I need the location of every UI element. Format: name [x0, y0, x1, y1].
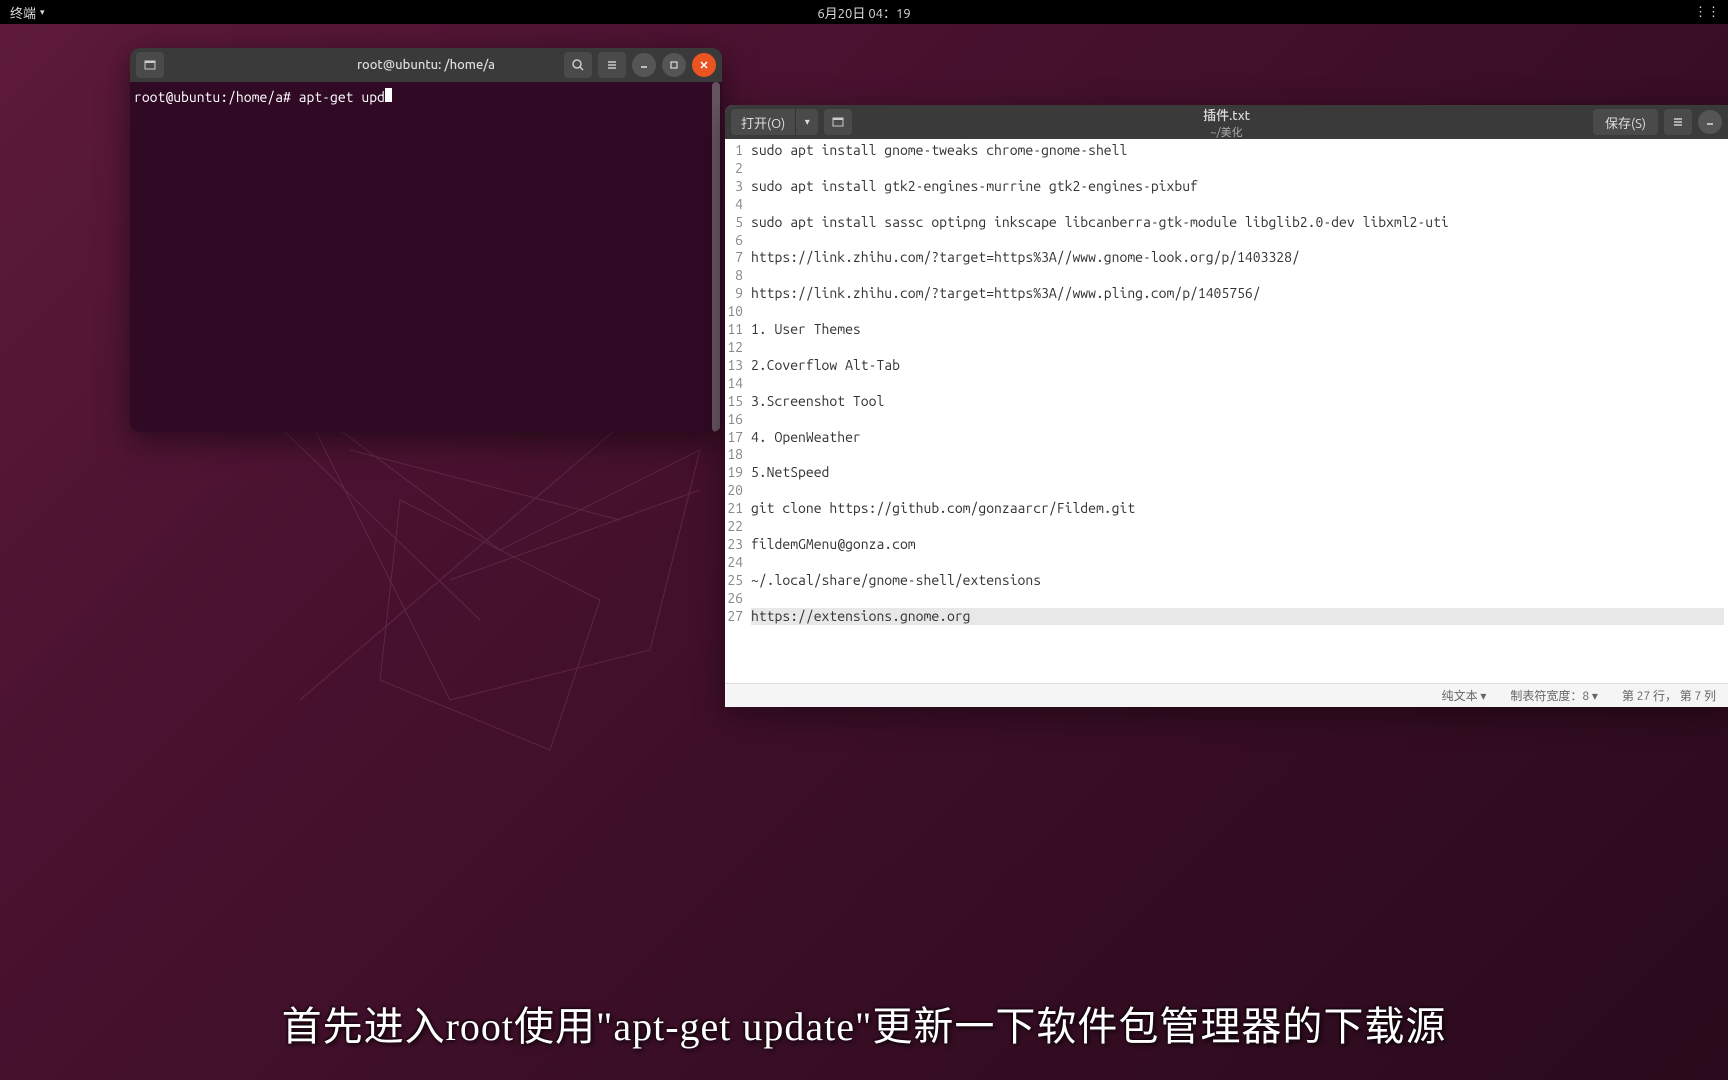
save-button[interactable]: 保存(S)	[1593, 109, 1658, 135]
editor-filename: 插件.txt	[1203, 105, 1250, 124]
editor-line[interactable]: 3.Screenshot Tool	[751, 393, 1724, 411]
editor-content[interactable]: sudo apt install gnome-tweaks chrome-gno…	[745, 139, 1728, 683]
chevron-down-icon: ▾	[40, 7, 45, 18]
editor-line[interactable]: git clone https://github.com/gonzaarcr/F…	[751, 500, 1724, 518]
hamburger-icon	[605, 58, 619, 72]
editor-line[interactable]	[751, 375, 1724, 393]
editor-line[interactable]: 1. User Themes	[751, 321, 1724, 339]
editor-line[interactable]	[751, 590, 1724, 608]
editor-line[interactable]: 5.NetSpeed	[751, 464, 1724, 482]
editor-title: 插件.txt ~/美化	[1203, 105, 1250, 140]
terminal-cursor	[385, 88, 392, 102]
open-dropdown-button[interactable]: ▾	[796, 109, 818, 135]
terminal-titlebar[interactable]: root@ubuntu: /home/a	[130, 48, 722, 82]
open-button[interactable]: 打开(O)	[731, 109, 796, 135]
search-button[interactable]	[564, 52, 592, 78]
new-tab-icon	[831, 115, 845, 129]
terminal-command: apt-get upd	[299, 88, 385, 426]
text-editor-window: 打开(O) ▾ 插件.txt ~/美化 保存(S) 12345678910111…	[725, 105, 1728, 707]
topbar-app-indicator[interactable]: 终端 ▾	[0, 3, 55, 22]
editor-filepath: ~/美化	[1203, 124, 1250, 140]
editor-body[interactable]: 1234567891011121314151617181920212223242…	[725, 139, 1728, 683]
terminal-scrollbar[interactable]	[712, 82, 720, 432]
topbar-datetime[interactable]: 6月20日 04：19	[817, 3, 910, 22]
minimize-button[interactable]	[632, 53, 656, 77]
minimize-icon	[1704, 116, 1716, 128]
editor-line[interactable]: 4. OpenWeather	[751, 429, 1724, 447]
editor-line[interactable]	[751, 554, 1724, 572]
new-tab-icon	[143, 58, 157, 72]
editor-line[interactable]	[751, 482, 1724, 500]
terminal-title: root@ubuntu: /home/a	[357, 58, 495, 72]
editor-line[interactable]	[751, 303, 1724, 321]
topbar-status-area[interactable]: ⋮⋮	[1694, 5, 1720, 20]
close-button[interactable]	[692, 53, 716, 77]
editor-line[interactable]	[751, 232, 1724, 250]
menu-button[interactable]	[598, 52, 626, 78]
terminal-window: root@ubuntu: /home/a root@ubuntu:/home/a…	[130, 48, 722, 432]
app-label: 终端	[10, 3, 36, 22]
minimize-icon	[638, 59, 650, 71]
editor-line[interactable]	[751, 411, 1724, 429]
editor-line[interactable]: sudo apt install sassc optipng inkscape …	[751, 214, 1724, 232]
editor-line[interactable]: sudo apt install gtk2-engines-murrine gt…	[751, 178, 1724, 196]
editor-line[interactable]	[751, 518, 1724, 536]
terminal-body[interactable]: root@ubuntu:/home/a# apt-get upd	[130, 82, 722, 432]
editor-line[interactable]	[751, 446, 1724, 464]
editor-line[interactable]: https://extensions.gnome.org	[751, 608, 1724, 626]
editor-line[interactable]: ~/.local/share/gnome-shell/extensions	[751, 572, 1724, 590]
system-topbar: 终端 ▾ 6月20日 04：19 ⋮⋮	[0, 0, 1728, 24]
new-document-button[interactable]	[824, 109, 852, 135]
status-position: 第 27 行， 第 7 列	[1622, 687, 1716, 704]
editor-minimize-button[interactable]	[1698, 110, 1722, 134]
editor-titlebar[interactable]: 打开(O) ▾ 插件.txt ~/美化 保存(S)	[725, 105, 1728, 139]
editor-line[interactable]: https://link.zhihu.com/?target=https%3A/…	[751, 249, 1724, 267]
video-subtitle: 首先进入root使用"apt-get update"更新一下软件包管理器的下载源	[0, 994, 1728, 1052]
new-tab-button[interactable]	[136, 52, 164, 78]
search-icon	[571, 58, 585, 72]
editor-line[interactable]: https://link.zhihu.com/?target=https%3A/…	[751, 285, 1724, 303]
editor-line[interactable]	[751, 339, 1724, 357]
maximize-button[interactable]	[662, 53, 686, 77]
hamburger-icon	[1671, 115, 1685, 129]
editor-line[interactable]: sudo apt install gnome-tweaks chrome-gno…	[751, 142, 1724, 160]
close-icon	[698, 59, 710, 71]
maximize-icon	[668, 59, 680, 71]
editor-gutter: 1234567891011121314151617181920212223242…	[725, 139, 745, 683]
editor-line[interactable]: 2.Coverflow Alt-Tab	[751, 357, 1724, 375]
editor-menu-button[interactable]	[1664, 109, 1692, 135]
editor-line[interactable]	[751, 267, 1724, 285]
editor-line[interactable]	[751, 196, 1724, 214]
status-icons: ⋮⋮	[1694, 5, 1720, 20]
editor-line[interactable]	[751, 160, 1724, 178]
terminal-prompt: root@ubuntu:/home/a#	[134, 88, 299, 426]
status-tab-width[interactable]: 制表符宽度：8 ▾	[1510, 687, 1598, 704]
status-mode[interactable]: 纯文本 ▾	[1442, 687, 1487, 704]
editor-statusbar: 纯文本 ▾ 制表符宽度：8 ▾ 第 27 行， 第 7 列	[725, 683, 1728, 707]
editor-line[interactable]: fildemGMenu@gonza.com	[751, 536, 1724, 554]
